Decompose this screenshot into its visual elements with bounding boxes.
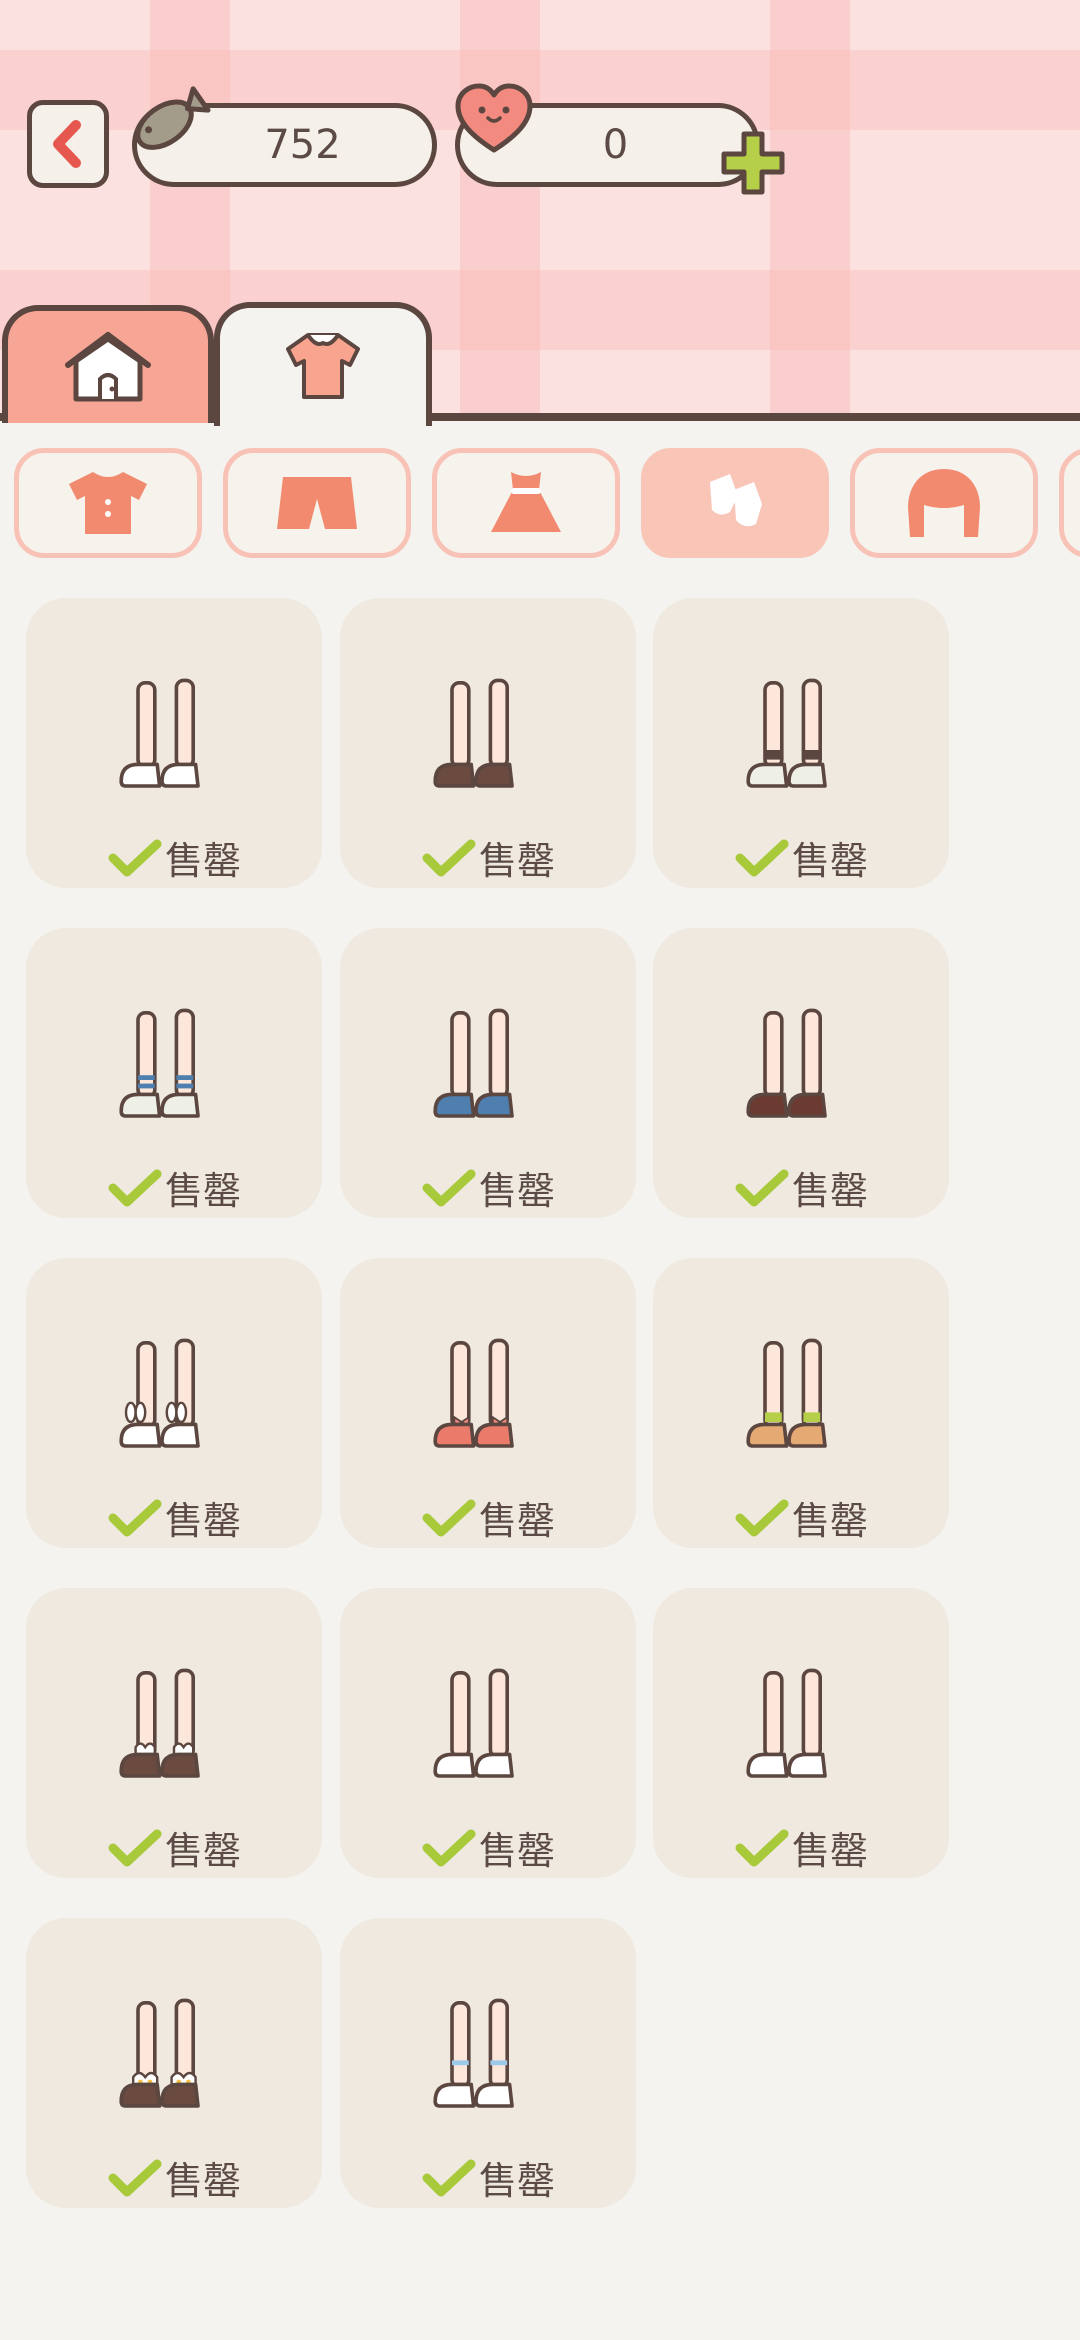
item-card[interactable]: 售罄 [340,1588,636,1878]
checkmark-icon [422,1169,476,1206]
sold-out-text: 售罄 [164,839,241,883]
heart-count: 0 [602,122,629,168]
shoe-item-icon [119,1998,200,2108]
shoe-item-icon [746,1668,827,1778]
socks-icon [710,474,762,527]
sold-out-text: 售罄 [478,1499,555,1543]
checkmark-icon [108,1499,162,1536]
shorts-icon [277,477,357,529]
sold-out-label: 售罄 [340,1490,636,1545]
item-card[interactable]: 售罄 [653,598,949,888]
checkmark-icon [422,1499,476,1536]
item-card[interactable]: 售罄 [340,1918,636,2208]
category-socks-shoes[interactable] [641,448,829,558]
sold-out-text: 售罄 [478,839,555,883]
sold-out-label: 售罄 [653,830,949,885]
category-more[interactable] [1059,448,1080,558]
checkmark-icon [108,839,162,876]
chevron-left-icon [53,120,81,168]
checkmark-icon [735,839,789,876]
shoe-item-icon [119,1668,200,1778]
item-card[interactable]: 售罄 [653,928,949,1218]
sold-out-label: 售罄 [653,1490,949,1545]
shoe-item-icon [746,1338,827,1448]
item-card[interactable]: 售罄 [653,1258,949,1548]
category-hair[interactable] [850,448,1038,558]
checkmark-icon [108,1169,162,1206]
category-tops[interactable] [14,448,202,558]
checkmark-icon [422,839,476,876]
shoe-item-icon [746,678,827,788]
back-button[interactable] [27,100,109,188]
checkmark-icon [422,2159,476,2196]
shoe-item-icon [433,1338,514,1448]
checkmark-icon [735,1169,789,1206]
sold-out-label: 售罄 [340,2150,636,2205]
sold-out-text: 售罄 [164,1169,241,1213]
shoe-item-icon [746,1008,827,1118]
sold-out-text: 售罄 [791,839,868,883]
category-bottoms[interactable] [223,448,411,558]
shoe-item-icon [433,678,514,788]
sold-out-text: 售罄 [164,1499,241,1543]
house-icon [65,332,151,402]
item-card[interactable]: 售罄 [340,598,636,888]
tshirt-icon [69,472,147,534]
shoe-item-icon [433,1668,514,1778]
sold-out-label: 售罄 [26,830,322,885]
shoe-item-icon [119,1338,200,1448]
sold-out-label: 售罄 [340,1820,636,1875]
sold-out-text: 售罄 [478,2159,555,2203]
item-card[interactable]: 售罄 [653,1588,949,1878]
checkmark-icon [422,1829,476,1866]
sold-out-label: 售罄 [26,1490,322,1545]
fish-count: 752 [264,122,341,168]
sold-out-label: 售罄 [26,1820,322,1875]
item-card[interactable]: 售罄 [26,928,322,1218]
checkmark-icon [735,1499,789,1536]
shoe-item-icon [119,678,200,788]
shoe-item-icon [119,1008,200,1118]
heart-icon [455,83,533,153]
hair-icon [908,469,980,537]
shoe-item-icon [433,1008,514,1118]
item-card[interactable]: 售罄 [26,1588,322,1878]
add-hearts-button[interactable] [718,128,788,198]
tab-home[interactable] [2,305,214,423]
item-card[interactable]: 售罄 [340,1258,636,1548]
checkmark-icon [108,2159,162,2196]
shoe-item-icon [433,1998,514,2108]
checkmark-icon [108,1829,162,1866]
sold-out-text: 售罄 [478,1829,555,1873]
sold-out-label: 售罄 [26,2150,322,2205]
sold-out-label: 售罄 [340,830,636,885]
sold-out-text: 售罄 [791,1499,868,1543]
item-card[interactable]: 售罄 [26,1918,322,2208]
tab-clothes[interactable] [214,302,432,426]
tab-bar-divider-left [0,413,4,421]
category-dresses[interactable] [432,448,620,558]
sold-out-text: 售罄 [791,1169,868,1213]
item-card[interactable]: 售罄 [26,1258,322,1548]
sold-out-label: 售罄 [653,1160,949,1215]
sold-out-text: 售罄 [164,2159,241,2203]
item-card[interactable]: 售罄 [26,598,322,888]
sold-out-text: 售罄 [164,1829,241,1873]
fish-icon [135,86,211,150]
item-card[interactable]: 售罄 [340,928,636,1218]
sold-out-text: 售罄 [478,1169,555,1213]
tab-bar-divider [432,413,1080,421]
shirt-icon [286,333,360,399]
dress-icon [491,472,561,532]
sold-out-label: 售罄 [653,1820,949,1875]
sold-out-label: 售罄 [340,1160,636,1215]
checkmark-icon [735,1829,789,1866]
sold-out-text: 售罄 [791,1829,868,1873]
sold-out-label: 售罄 [26,1160,322,1215]
